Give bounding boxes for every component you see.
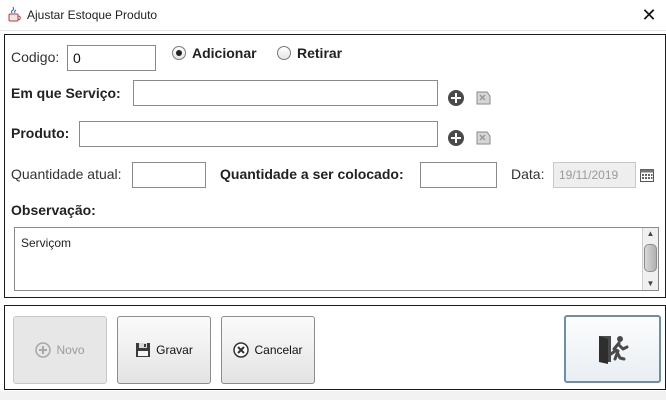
plus-circle-icon xyxy=(35,342,52,358)
cancel-circle-icon xyxy=(233,342,250,358)
radio-retirar-label: Retirar xyxy=(297,45,343,61)
clear-produto-eraser-icon[interactable] xyxy=(473,128,491,146)
close-button[interactable]: ✕ xyxy=(636,4,662,26)
radio-retirar-circle xyxy=(277,46,291,60)
observacao-text: Serviçom xyxy=(21,236,72,250)
servico-field[interactable] xyxy=(133,80,438,106)
add-produto-plus-circle-icon[interactable] xyxy=(447,129,465,147)
button-panel: Novo Gravar Cancelar xyxy=(4,305,666,390)
scroll-down-arrow-icon[interactable]: ▼ xyxy=(643,278,658,290)
radio-adicionar-circle xyxy=(172,46,186,60)
gravar-label: Gravar xyxy=(156,343,193,357)
codigo-label: Codigo: xyxy=(11,49,60,65)
quantidade-atual-label: Quantidade atual: xyxy=(11,166,122,182)
radio-adicionar-label: Adicionar xyxy=(192,45,257,61)
cancelar-label: Cancelar xyxy=(254,343,303,357)
exit-button[interactable] xyxy=(564,315,661,383)
gravar-button[interactable]: Gravar xyxy=(117,316,211,384)
calendar-icon xyxy=(640,169,654,182)
quantidade-colocado-field[interactable] xyxy=(420,162,497,188)
close-icon: ✕ xyxy=(641,5,657,25)
window-title: Ajustar Estoque Produto xyxy=(27,8,158,22)
form-panel: Codigo: Adicionar Retirar Em que Serviço… xyxy=(4,34,666,298)
servico-label: Em que Serviço: xyxy=(11,85,121,101)
observacao-textarea[interactable]: Serviçom ▲ ▼ xyxy=(14,227,659,291)
floppy-disk-icon xyxy=(136,343,151,357)
quantidade-atual-field[interactable] xyxy=(132,162,206,188)
novo-button[interactable]: Novo xyxy=(13,316,107,384)
data-label: Data: xyxy=(511,166,545,182)
scroll-up-arrow-icon[interactable]: ▲ xyxy=(643,228,658,240)
exit-door-icon xyxy=(598,336,628,364)
add-servico-plus-circle-icon[interactable] xyxy=(447,89,465,107)
codigo-field[interactable] xyxy=(67,45,156,71)
novo-label: Novo xyxy=(56,343,85,357)
data-field xyxy=(553,162,636,188)
clear-servico-eraser-icon[interactable] xyxy=(473,88,491,106)
java-coffee-icon xyxy=(7,6,23,23)
produto-label: Produto: xyxy=(11,125,70,141)
calendar-button[interactable] xyxy=(636,163,658,187)
window-bottom-strip xyxy=(0,391,666,400)
observacao-scrollbar[interactable]: ▲ ▼ xyxy=(642,228,658,290)
title-bar: Ajustar Estoque Produto ✕ xyxy=(0,0,666,31)
cancelar-button[interactable]: Cancelar xyxy=(221,316,315,384)
observacao-label: Observação: xyxy=(11,202,96,218)
quantidade-colocado-label: Quantidade a ser colocado: xyxy=(220,166,404,182)
scroll-thumb[interactable] xyxy=(644,244,657,272)
radio-selected-dot xyxy=(176,50,182,56)
produto-field[interactable] xyxy=(79,121,438,147)
